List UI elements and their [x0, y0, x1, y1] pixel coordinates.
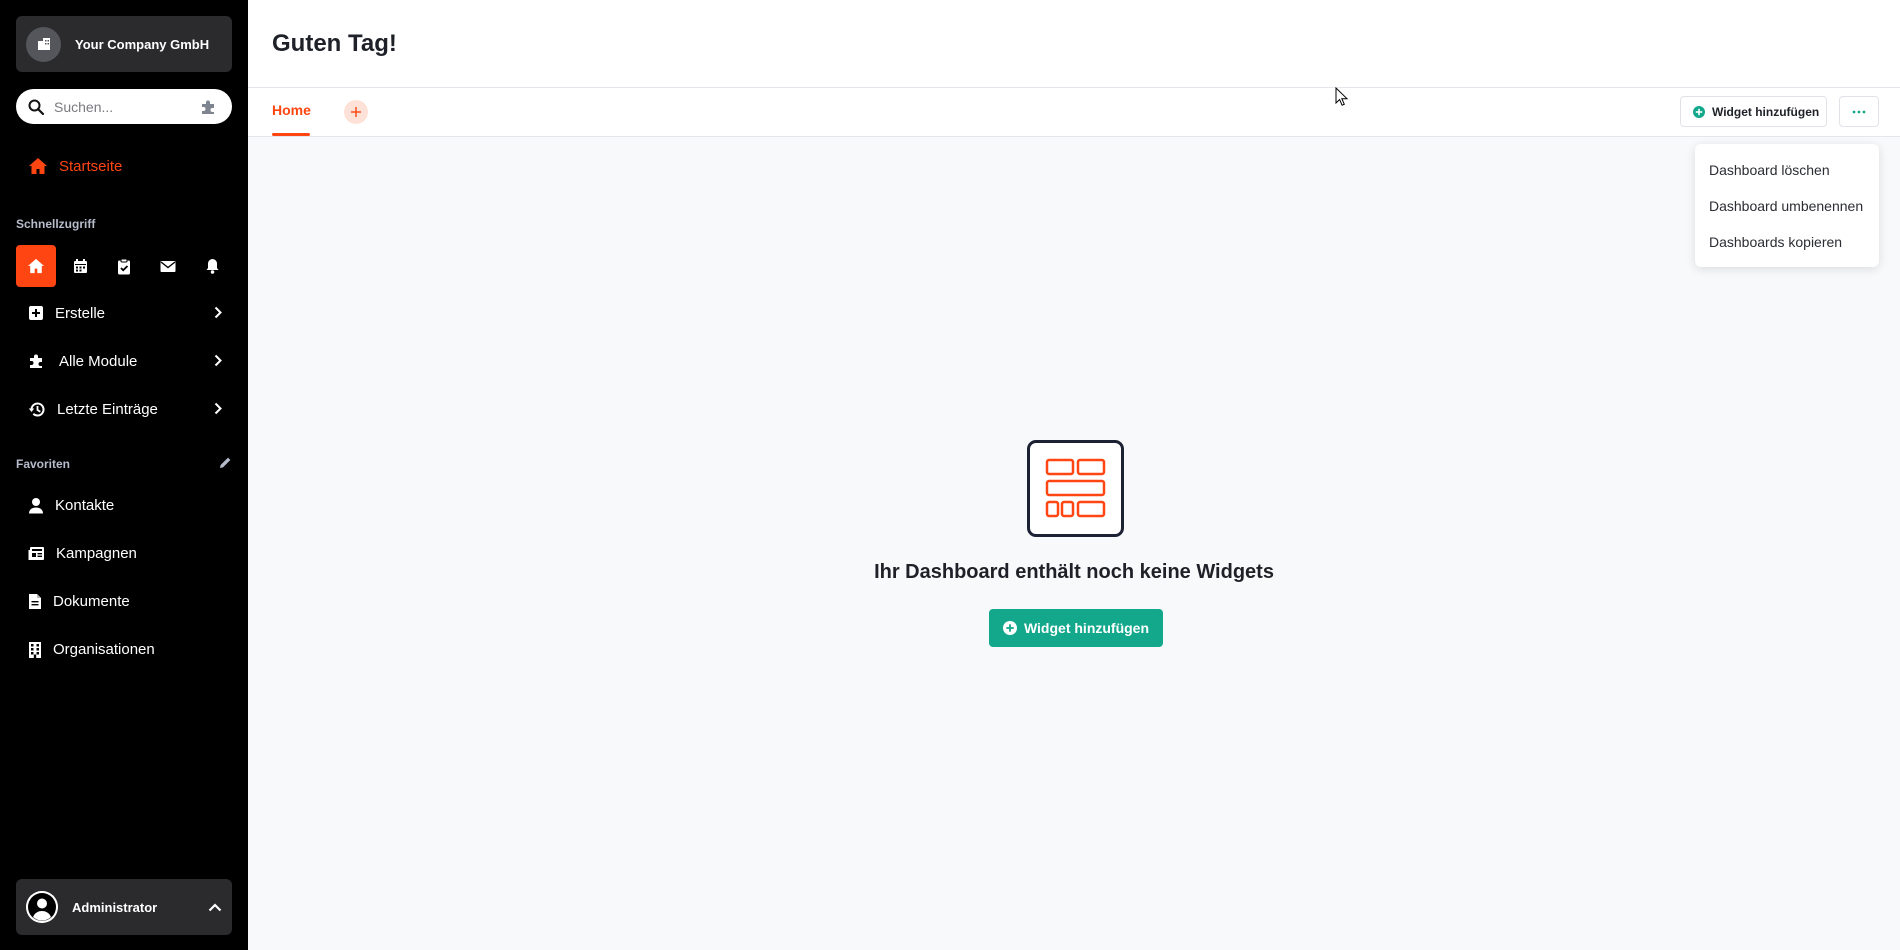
nav-startseite-label: Startseite [59, 157, 123, 175]
company-logo-icon [26, 26, 61, 62]
favorite-organisationen-label: Organisationen [53, 640, 155, 658]
quick-access-bar [16, 245, 232, 287]
mail-icon [160, 260, 176, 272]
favorite-organisationen[interactable]: Organisationen [16, 629, 232, 669]
company-switcher[interactable]: Your Company GmbH [16, 16, 232, 72]
pencil-icon[interactable] [219, 456, 232, 469]
page-title: Guten Tag! [272, 30, 397, 57]
tab-active-indicator [272, 133, 310, 136]
add-tab-button[interactable] [344, 100, 368, 124]
nav-erstelle[interactable]: Erstelle [16, 293, 232, 333]
person-icon [29, 497, 43, 513]
puzzle-icon [30, 354, 42, 368]
newspaper-icon [28, 546, 44, 560]
search-input[interactable] [54, 98, 184, 115]
dashboard-layout-icon [1027, 440, 1124, 537]
menu-item-copy-dashboards[interactable]: Dashboards kopieren [1695, 224, 1879, 260]
empty-state-title: Ihr Dashboard enthält noch keine Widgets [874, 561, 1274, 583]
chevron-right-icon [214, 354, 222, 367]
tab-home[interactable]: Home [272, 102, 311, 118]
nav-letzte-eintraege[interactable]: Letzte Einträge [16, 389, 232, 429]
clipboard-check-icon [118, 258, 130, 274]
home-icon [28, 258, 44, 274]
plus-circle-icon [1002, 621, 1017, 635]
company-name: Your Company GmbH [75, 36, 210, 52]
menu-item-rename-dashboard[interactable]: Dashboard umbenennen [1695, 188, 1879, 224]
dashboard-options-menu: Dashboard löschen Dashboard umbenennen D… [1695, 144, 1879, 267]
quick-tasks-button[interactable] [104, 245, 144, 287]
nav-letzte-eintraege-label: Letzte Einträge [57, 400, 158, 418]
bell-icon [206, 259, 218, 274]
nav-startseite[interactable]: Startseite [16, 146, 232, 186]
add-widget-toolbar-button[interactable]: Widget hinzufügen [1680, 96, 1827, 127]
plus-circle-icon [1693, 105, 1705, 118]
quick-access-title: Schnellzugriff [16, 217, 96, 231]
add-widget-button[interactable]: Widget hinzufügen [989, 609, 1163, 647]
plus-icon [351, 107, 361, 117]
nav-alle-module[interactable]: Alle Module [16, 341, 232, 381]
user-menu[interactable]: Administrator [16, 879, 232, 935]
nav-erstelle-label: Erstelle [55, 304, 106, 322]
plus-square-icon [29, 306, 43, 320]
building-icon [29, 641, 41, 658]
quick-mail-button[interactable] [148, 245, 188, 287]
chevron-right-icon [214, 306, 222, 319]
user-avatar-icon [26, 891, 58, 923]
add-widget-button-label: Widget hinzufügen [1023, 620, 1150, 636]
favorite-dokumente-label: Dokumente [53, 592, 130, 610]
chevron-up-icon[interactable] [208, 902, 222, 912]
quick-home-button[interactable] [16, 245, 56, 287]
page-header: Guten Tag! [248, 0, 1900, 88]
favorite-kampagnen-label: Kampagnen [56, 544, 137, 562]
user-name: Administrator [72, 899, 158, 915]
sidebar: Your Company GmbH Startseite Schnellzugr… [0, 0, 248, 950]
more-dots-icon [1852, 110, 1866, 113]
search-icon [28, 99, 44, 115]
history-icon [28, 402, 45, 416]
mouse-cursor-icon [1335, 87, 1348, 106]
favorite-dokumente[interactable]: Dokumente [16, 581, 232, 621]
quick-calendar-button[interactable] [60, 245, 100, 287]
avatar [26, 891, 58, 923]
search-bar[interactable] [16, 89, 232, 124]
nav-alle-module-label: Alle Module [59, 352, 138, 370]
home-icon [29, 158, 47, 174]
calendar-icon [73, 259, 87, 273]
chevron-right-icon [214, 402, 222, 415]
add-widget-toolbar-label: Widget hinzufügen [1712, 104, 1820, 119]
more-options-button[interactable] [1839, 96, 1879, 127]
favorite-kontakte-label: Kontakte [55, 496, 115, 514]
puzzle-icon[interactable] [200, 99, 220, 115]
document-icon [29, 593, 41, 609]
quick-notifications-button[interactable] [192, 245, 232, 287]
favorites-title: Favoriten [16, 457, 71, 471]
favorite-kontakte[interactable]: Kontakte [16, 485, 232, 525]
menu-item-delete-dashboard[interactable]: Dashboard löschen [1695, 152, 1879, 188]
dashboard-tab-bar: Home Widget hinzufügen [248, 88, 1900, 137]
favorite-kampagnen[interactable]: Kampagnen [16, 533, 232, 573]
